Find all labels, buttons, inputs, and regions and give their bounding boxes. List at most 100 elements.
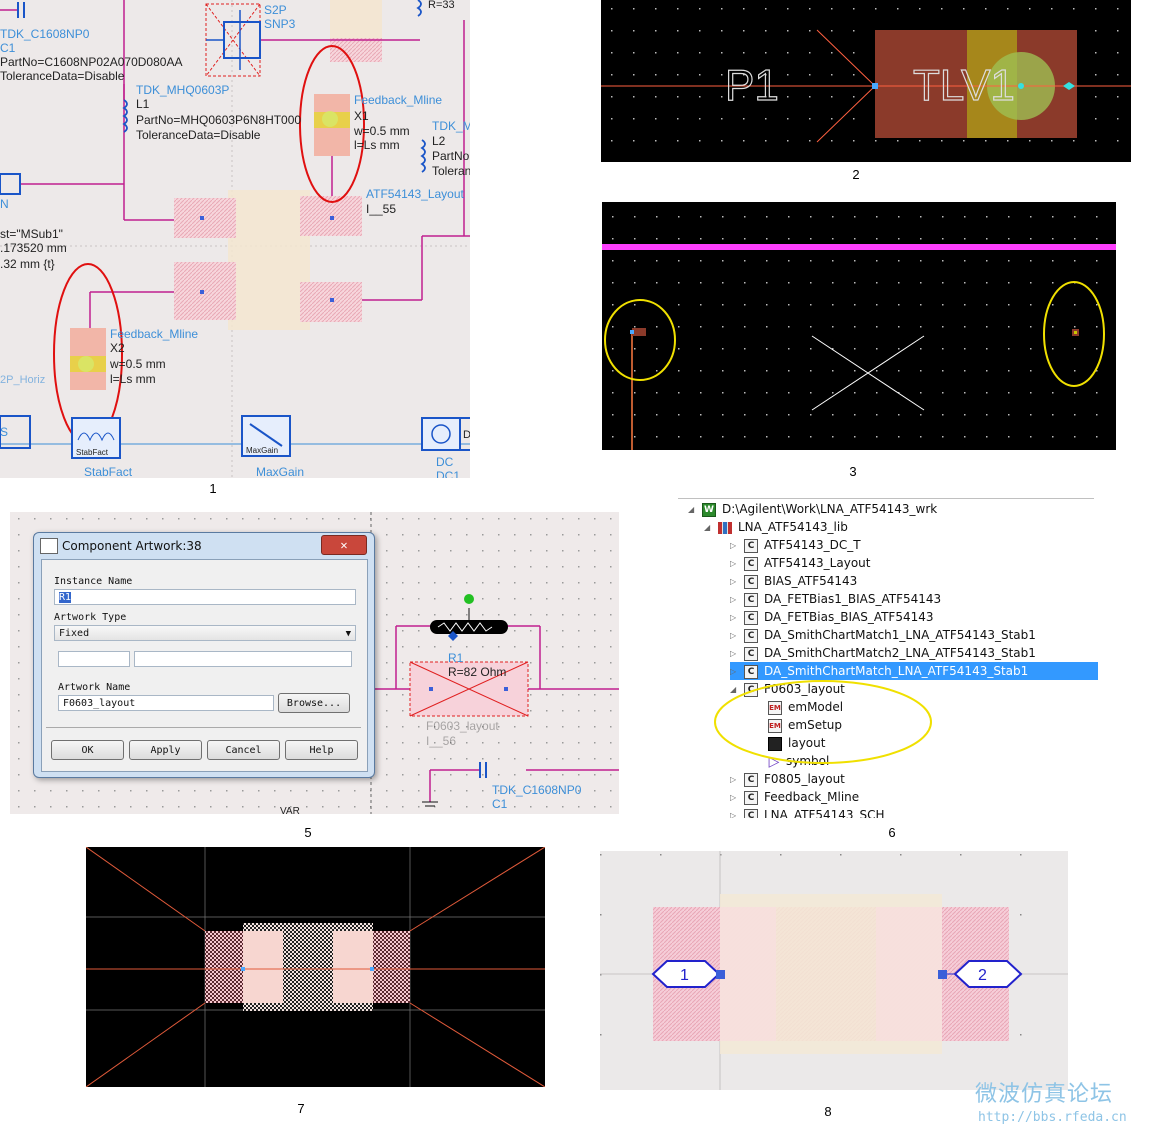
artwork-type-value: Fixed <box>59 628 90 639</box>
cell-icon: C <box>744 538 758 553</box>
help-button[interactable]: Help <box>285 740 358 760</box>
l1-tolerance: ToleranceData=Disable <box>136 128 261 142</box>
tree-cell[interactable]: ▷ C DA_SmithChartMatch2_LNA_ATF54143_Stab1 <box>730 644 1036 662</box>
tree-cell[interactable]: ▷ C DA_SmithChartMatch1_LNA_ATF54143_Stab1 <box>730 626 1036 644</box>
tree-cell[interactable]: ▷ C DA_FETBias1_BIAS_ATF54143 <box>730 590 941 608</box>
cell-label: DA_SmithChartMatch2_LNA_ATF54143_Stab1 <box>764 646 1036 660</box>
var-label: VAR <box>280 806 300 814</box>
tree-cell[interactable]: ▷ C Feedback_Mline <box>730 788 859 806</box>
cap-model: TDK_C1608NP0 <box>492 783 582 797</box>
expand-icon[interactable]: ◢ <box>704 519 714 537</box>
ok-button[interactable]: OK <box>51 740 124 760</box>
s2p-name: S2P <box>264 3 287 17</box>
instance-name-input[interactable]: R1 <box>54 589 356 605</box>
stabfact-icon-label: StabFact <box>76 448 109 457</box>
layout-canvas-8: 1 2 <box>600 851 1068 1090</box>
tree-cell[interactable]: ▷ C DA_FETBias_BIAS_ATF54143 <box>730 608 934 626</box>
cell-icon: C <box>744 808 758 818</box>
expand-icon[interactable]: ▷ <box>730 789 740 807</box>
cell-icon: C <box>744 646 758 661</box>
expand-icon[interactable]: ▷ <box>730 591 740 609</box>
msub-line-b: .173520 mm <box>0 241 67 255</box>
expand-icon[interactable]: ◢ <box>688 501 698 519</box>
close-button[interactable]: ✕ <box>321 535 367 555</box>
c1-tolerance: ToleranceData=Disable <box>0 69 125 83</box>
d-letter: D <box>463 429 470 441</box>
caption-2: 2 <box>852 167 860 182</box>
fb2-l: l=Ls mm <box>110 372 156 386</box>
expand-icon[interactable]: ▷ <box>730 645 740 663</box>
layout-canvas-3 <box>602 216 1116 450</box>
expand-icon[interactable]: ▷ <box>730 609 740 627</box>
expand-icon[interactable]: ▷ <box>730 555 740 573</box>
library-icon <box>718 521 732 534</box>
port-1-label: 1 <box>680 967 689 984</box>
expand-icon[interactable]: ▷ <box>730 627 740 645</box>
cell-icon: C <box>744 574 758 589</box>
s-letter: S <box>0 425 8 439</box>
l2-model: TDK_M <box>432 119 470 133</box>
f0603-name: F0603_layout <box>426 719 499 733</box>
tree-workspace[interactable]: ◢ W D:\Agilent\Work\LNA_ATF54143_wrk <box>688 500 937 518</box>
cancel-button[interactable]: Cancel <box>207 740 280 760</box>
tlv1-label: TLV1 <box>913 61 1015 110</box>
param-field-1[interactable] <box>58 651 130 667</box>
dialog-app-icon <box>40 538 58 554</box>
expand-icon[interactable]: ▷ <box>730 771 740 789</box>
expand-icon[interactable]: ▷ <box>730 537 740 555</box>
workspace-label: D:\Agilent\Work\LNA_ATF54143_wrk <box>722 502 938 516</box>
cell-icon: C <box>744 772 758 787</box>
tree-cell[interactable]: ▷ C ATF54143_Layout <box>730 554 870 572</box>
r1-value: R=82 Ohm <box>448 665 506 679</box>
chevron-down-icon: ▼ <box>345 629 351 639</box>
tree-library[interactable]: ◢ LNA_ATF54143_lib <box>704 518 848 536</box>
l2-tolerance: Toleran <box>432 164 470 178</box>
caption-8: 8 <box>824 1104 832 1119</box>
s2p-inst: SNP3 <box>264 17 296 31</box>
caption-1: 1 <box>209 481 217 496</box>
artwork-name-input[interactable]: F0603_layout <box>58 695 274 711</box>
component-artwork-dialog: Component Artwork:38 ✕ Instance Name R1 … <box>33 532 375 778</box>
tree-cell[interactable]: ▷ C BIAS_ATF54143 <box>730 572 857 590</box>
l2-partno: PartNo <box>432 149 470 163</box>
watermark-title: 微波仿真论坛 <box>975 1082 1114 1107</box>
fb1-name: Feedback_Mline <box>354 93 442 107</box>
cell-label: DA_FETBias1_BIAS_ATF54143 <box>764 592 942 606</box>
dialog-title: Component Artwork:38 <box>62 539 202 553</box>
tree-cell[interactable]: ▷ C ATF54143_DC_T <box>730 536 861 554</box>
panel-3-layout <box>602 202 1116 450</box>
tree-cell[interactable]: ▷ C LNA_ATF54143_SCH <box>730 806 885 818</box>
param-field-2[interactable] <box>134 651 352 667</box>
apply-button[interactable]: Apply <box>129 740 202 760</box>
cell-label: LNA_ATF54143_SCH <box>764 808 885 818</box>
expand-icon[interactable]: ▷ <box>730 573 740 591</box>
atf-name: ATF54143_Layout <box>366 187 465 201</box>
c1-name: C1 <box>0 41 16 55</box>
browse-button[interactable]: Browse... <box>278 693 350 713</box>
tree-cell[interactable]: ▷ C F0805_layout <box>730 770 845 788</box>
fb1-w: w=0.5 mm <box>353 124 410 138</box>
cell-label: ATF54143_Layout <box>764 556 871 570</box>
l1-name: L1 <box>136 97 150 111</box>
c1-model: TDK_C1608NP0 <box>0 27 90 41</box>
f0603-inst: I__56 <box>426 734 456 748</box>
fb1-x: X1 <box>354 109 369 123</box>
cell-label: DA_SmithChartMatch1_LNA_ATF54143_Stab1 <box>764 628 1036 642</box>
expand-icon[interactable]: ▷ <box>730 807 740 819</box>
panel-2-layout: P1 TLV1 <box>601 0 1131 162</box>
cell-label: Feedback_Mline <box>764 790 860 804</box>
instance-name-label: Instance Name <box>54 576 133 587</box>
artwork-type-select[interactable]: Fixed ▼ <box>54 625 356 641</box>
p1-label: P1 <box>725 61 779 110</box>
caption-3: 3 <box>849 464 857 479</box>
l1-model: TDK_MHQ0603P <box>136 83 229 97</box>
cell-icon: C <box>744 592 758 607</box>
panel-1-schematic: TDK_C1608NP0 C1 PartNo=C1608NP02A070D080… <box>0 0 470 478</box>
library-label: LNA_ATF54143_lib <box>738 520 848 534</box>
watermark-url: http://bbs.rfeda.cn <box>978 1110 1127 1125</box>
dc-inst: DC1 <box>436 469 460 478</box>
panel-8-layout: 1 2 <box>600 851 1068 1090</box>
dc-name: DC <box>436 455 454 469</box>
msub-line-c: .32 mm {t} <box>0 257 55 271</box>
panel-7-layout <box>86 847 545 1087</box>
